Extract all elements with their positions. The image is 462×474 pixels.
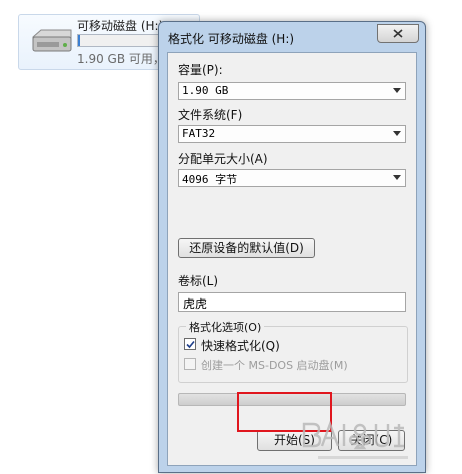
allocation-label: 分配单元大小(A) — [178, 152, 268, 166]
removable-drive-icon — [32, 29, 72, 52]
drive-name: 可移动磁盘 (H:) — [77, 19, 164, 33]
capacity-select[interactable]: 1.90 GB — [178, 82, 406, 100]
filesystem-label: 文件系统(F) — [178, 108, 243, 122]
drive-usage-fill — [78, 35, 81, 46]
quick-format-checkbox[interactable] — [184, 338, 196, 350]
chevron-down-icon — [393, 131, 401, 136]
format-options-group: 格式化选项(O) 快速格式化(Q) 创建一个 MS-DOS 启动盘(M) — [178, 319, 408, 383]
close-x-icon — [393, 29, 403, 38]
filesystem-select[interactable]: FAT32 — [178, 125, 406, 143]
capacity-value: 1.90 GB — [182, 84, 229, 97]
watermark-logo — [302, 420, 404, 450]
watermark-url — [318, 456, 408, 459]
dialog-title: 格式化 可移动磁盘 (H:) — [168, 32, 295, 46]
drive-free-space: 1.90 GB 可用， — [77, 52, 165, 66]
chevron-down-icon — [393, 175, 401, 180]
allocation-select[interactable]: 4096 字节 — [178, 169, 406, 187]
volume-label-input[interactable]: 虎虎 — [178, 292, 406, 312]
volume-label-value: 虎虎 — [183, 297, 208, 311]
quick-format-label: 快速格式化(Q) — [201, 339, 280, 353]
checkmark-icon — [186, 340, 195, 349]
window-close-button[interactable] — [377, 24, 419, 43]
msdos-boot-checkbox[interactable] — [184, 358, 196, 370]
volume-label-caption: 卷标(L) — [178, 274, 219, 288]
format-options-title: 格式化选项(O) — [186, 319, 265, 335]
capacity-label: 容量(P): — [178, 63, 223, 77]
allocation-value: 4096 字节 — [182, 173, 238, 186]
title-bar[interactable]: 格式化 可移动磁盘 (H:) — [159, 22, 425, 52]
msdos-boot-label: 创建一个 MS-DOS 启动盘(M) — [201, 359, 348, 372]
restore-defaults-button[interactable]: 还原设备的默认值(D) — [178, 238, 315, 258]
chevron-down-icon — [393, 88, 401, 93]
filesystem-value: FAT32 — [182, 127, 216, 140]
